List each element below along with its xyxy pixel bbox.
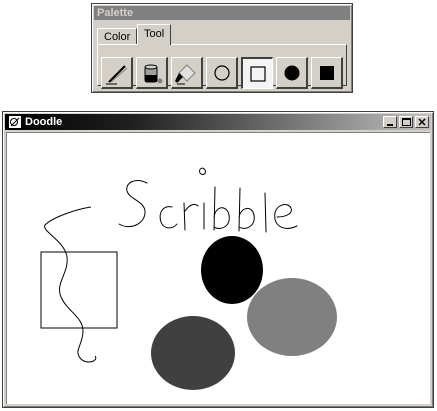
minimize-icon — [387, 124, 393, 126]
gray-ellipse — [247, 278, 337, 356]
palette-title[interactable]: Palette — [94, 6, 350, 20]
rectangle-outline-shape — [40, 251, 118, 329]
paint-bucket-icon — [144, 64, 162, 83]
doodle-window: Doodle — [2, 111, 434, 408]
tab-tool[interactable]: Tool — [137, 24, 172, 45]
drawing-surface — [40, 167, 337, 390]
doodle-app-icon[interactable] — [8, 115, 22, 129]
drawing-canvas[interactable] — [6, 132, 430, 404]
filled-circle-tool-button[interactable] — [276, 57, 308, 89]
rectangle-tool-button[interactable] — [241, 57, 273, 89]
circle-outline-icon — [213, 64, 230, 81]
square-filled-icon — [319, 65, 334, 80]
circle-tool-button[interactable] — [206, 57, 238, 89]
tab-color[interactable]: Color — [97, 28, 138, 44]
doodle-titlebar[interactable]: Doodle — [5, 114, 431, 130]
doodle-title: Doodle — [25, 116, 63, 128]
fill-tool-button[interactable] — [136, 57, 168, 89]
maximize-button[interactable] — [399, 116, 413, 128]
circle-filled-icon — [284, 65, 299, 80]
eraser-icon — [174, 63, 196, 84]
minimize-button[interactable] — [383, 116, 397, 128]
close-button[interactable] — [415, 116, 429, 128]
scribble-handwriting — [118, 167, 298, 233]
eraser-tool-button[interactable] — [171, 57, 203, 89]
pen-icon — [105, 64, 127, 84]
square-outline-icon — [249, 65, 266, 82]
maximize-icon — [402, 118, 411, 126]
palette-window: Palette Color Tool — [91, 3, 353, 93]
pen-tool-button[interactable] — [101, 57, 133, 89]
filled-rectangle-tool-button[interactable] — [311, 57, 343, 89]
close-icon — [418, 118, 426, 126]
black-ellipse — [201, 236, 263, 304]
dark-gray-ellipse — [151, 316, 235, 390]
tool-panel — [97, 44, 347, 89]
squiggle-stroke — [44, 206, 97, 363]
